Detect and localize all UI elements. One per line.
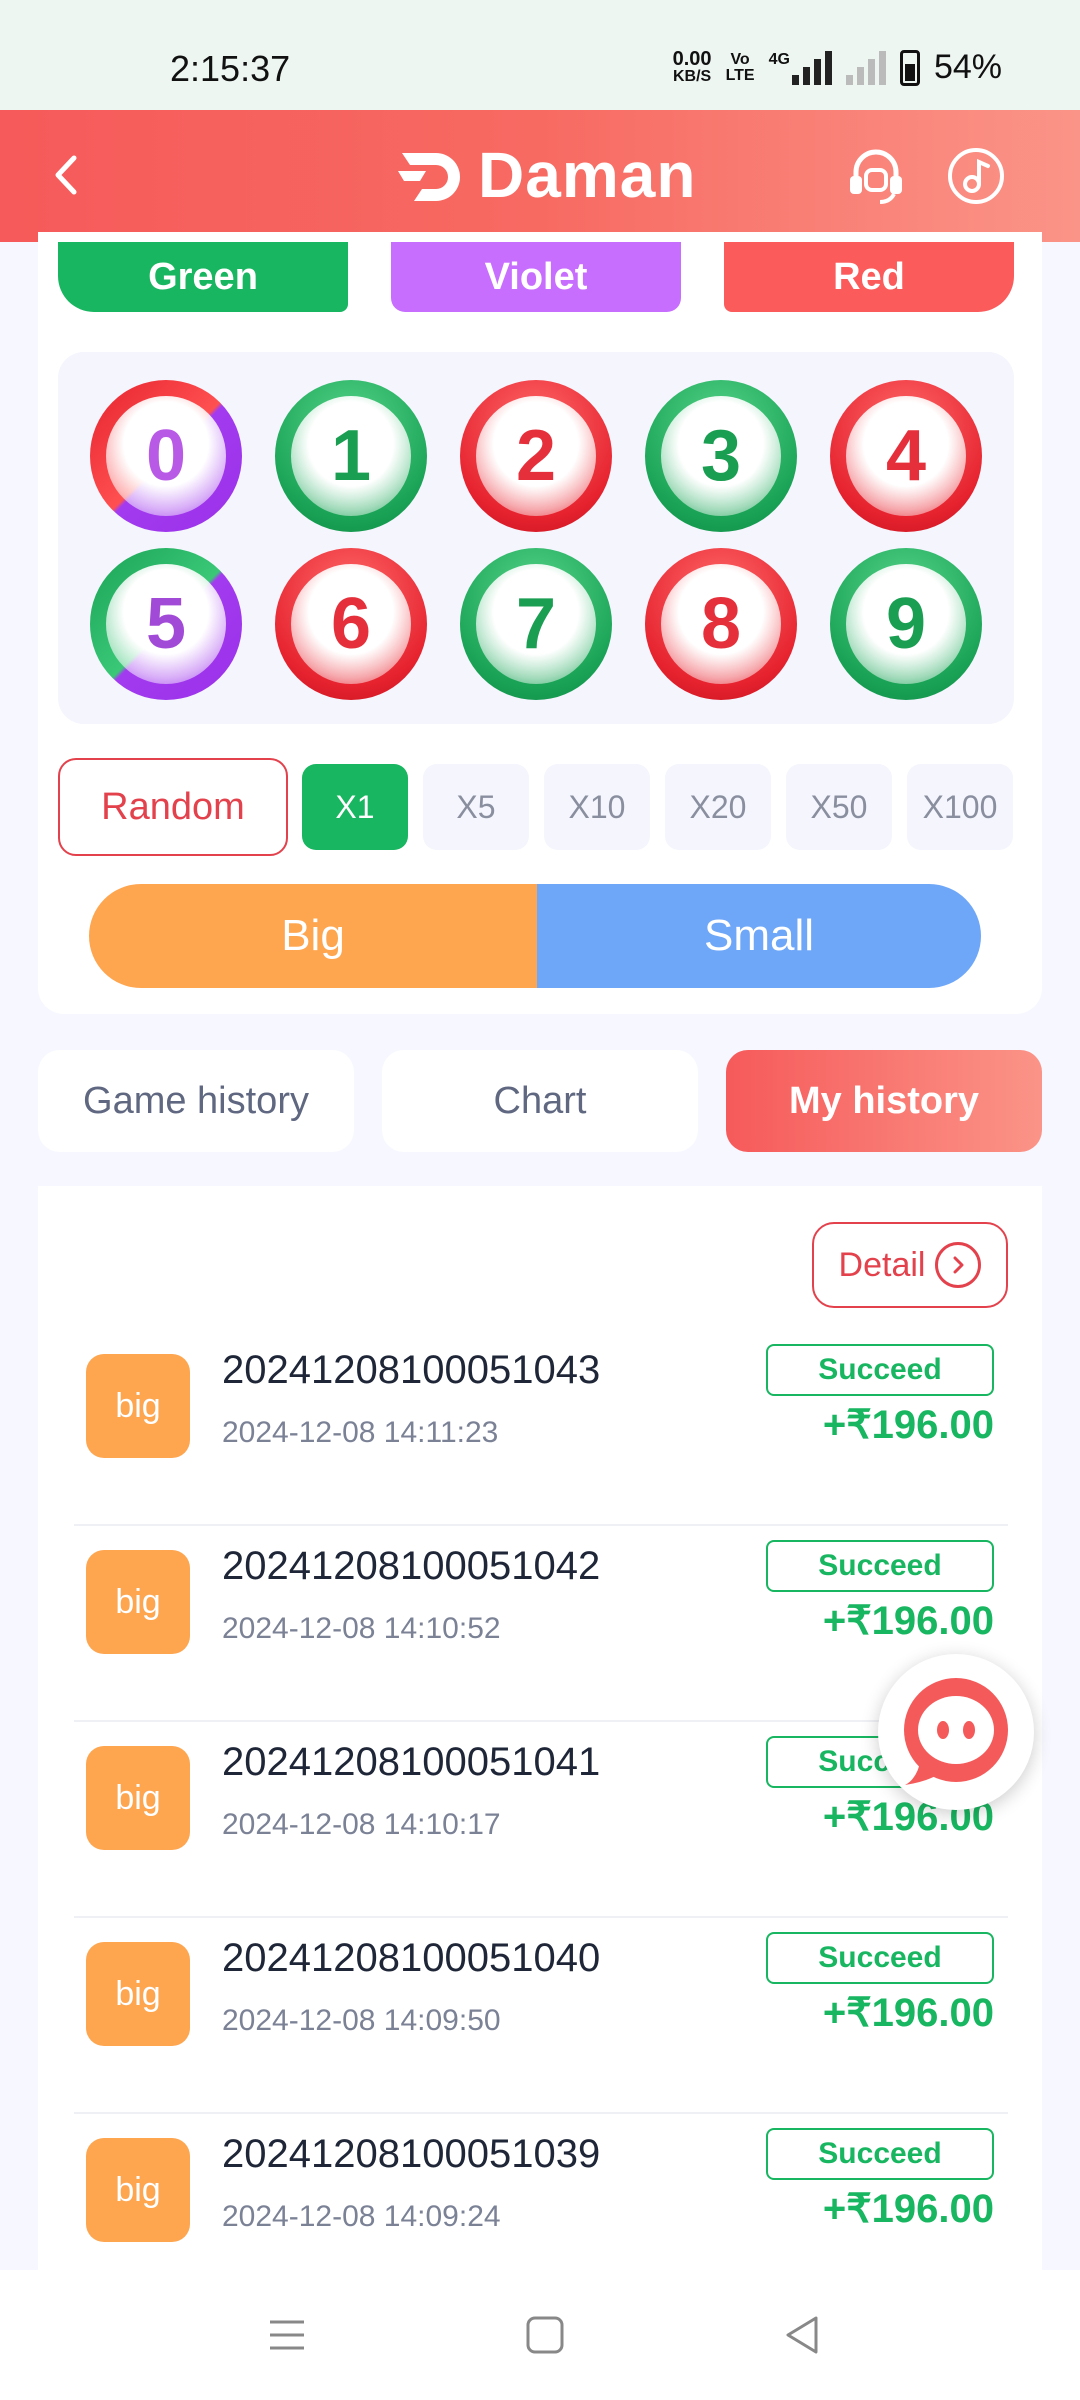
status-badge: Succeed [766, 1932, 994, 1984]
battery-level: 54% [933, 48, 1002, 86]
status-badge: Succeed [766, 2128, 994, 2180]
battery-icon [899, 49, 920, 86]
chevron-right-icon [935, 1242, 982, 1288]
number-ball-2[interactable]: 2 [460, 380, 612, 532]
detail-label: Detail [838, 1245, 926, 1284]
headset-icon[interactable] [844, 144, 908, 208]
period-number: 20241208100051040 [222, 1936, 601, 1980]
chat-float-button[interactable] [878, 1654, 1034, 1810]
history-row[interactable]: big 20241208100051040 2024-12-08 14:09:5… [74, 1918, 1008, 2114]
bet-time: 2024-12-08 14:09:24 [222, 2200, 501, 2233]
chat-bubble-icon [904, 1678, 1008, 1785]
number-ball-8[interactable]: 8 [645, 548, 797, 700]
ball-label: 1 [330, 416, 372, 496]
tab-my-history[interactable]: My history [726, 1050, 1042, 1152]
number-ball-0[interactable]: 0 [90, 380, 242, 532]
ball-label: 6 [330, 584, 372, 664]
ball-label: 8 [700, 584, 742, 664]
triangle-back-icon[interactable] [778, 2310, 828, 2360]
ball-label: 2 [515, 416, 557, 496]
volte-indicator: Vo LTE [725, 50, 755, 84]
big-button[interactable]: Big [89, 884, 537, 988]
number-ball-grid: 0 1 2 3 4 5 6 7 8 9 [58, 352, 1014, 724]
bet-time: 2024-12-08 14:10:17 [222, 1808, 501, 1841]
ball-label: 4 [885, 416, 927, 496]
chevron-left-icon[interactable] [42, 150, 92, 200]
win-amount: +₹196.00 [822, 1599, 994, 1643]
network-type: 4G [768, 50, 790, 68]
win-amount: +₹196.00 [822, 2187, 994, 2231]
bet-time: 2024-12-08 14:09:50 [222, 2004, 501, 2037]
bet-time: 2024-12-08 14:11:23 [222, 1416, 499, 1449]
ball-label: 5 [145, 584, 187, 664]
violet-button[interactable]: Violet [391, 242, 681, 312]
number-ball-7[interactable]: 7 [460, 548, 612, 700]
bet-badge: big [86, 1746, 190, 1850]
history-row[interactable]: big 20241208100051041 2024-12-08 14:10:1… [74, 1722, 1008, 1918]
multiplier-x5[interactable]: X5 [423, 764, 529, 850]
multiplier-x20[interactable]: X20 [665, 764, 771, 850]
bet-badge: big [86, 1550, 190, 1654]
menu-icon[interactable] [262, 2310, 312, 2360]
bet-badge: big [86, 1942, 190, 2046]
history-row[interactable]: big 20241208100051042 2024-12-08 14:10:5… [74, 1526, 1008, 1722]
multiplier-x100[interactable]: X100 [907, 764, 1013, 850]
period-number: 20241208100051039 [222, 2132, 601, 2176]
tab-chart[interactable]: Chart [382, 1050, 698, 1152]
period-number: 20241208100051041 [222, 1740, 601, 1784]
multiplier-x10[interactable]: X10 [544, 764, 650, 850]
app-logo: Daman [396, 138, 696, 212]
multiplier-x50[interactable]: X50 [786, 764, 892, 850]
win-amount: +₹196.00 [822, 1991, 994, 2035]
history-row[interactable]: big 20241208100051043 2024-12-08 14:11:2… [74, 1330, 1008, 1526]
signal-sim2-icon [845, 50, 886, 85]
music-note-icon[interactable] [944, 144, 1008, 208]
status-time: 2:15:37 [170, 48, 291, 89]
bet-time: 2024-12-08 14:10:52 [222, 1612, 501, 1645]
period-number: 20241208100051042 [222, 1544, 601, 1588]
number-ball-3[interactable]: 3 [645, 380, 797, 532]
win-amount: +₹196.00 [822, 1403, 994, 1447]
bet-badge: big [86, 1354, 190, 1458]
system-nav-bar [0, 2270, 1080, 2400]
status-icons: 0.00 KB/S Vo LTE 4G 54% [673, 48, 1002, 87]
status-badge: Succeed [766, 1540, 994, 1592]
signal-4g-icon: 4G [768, 50, 832, 85]
net-speed: 0.00 KB/S [672, 47, 712, 86]
number-ball-4[interactable]: 4 [830, 380, 982, 532]
big-small-toggle: Big Small [89, 884, 981, 988]
tab-game-history[interactable]: Game history [38, 1050, 354, 1152]
square-home-icon[interactable] [520, 2310, 570, 2360]
status-badge: Succeed [766, 1344, 994, 1396]
number-ball-6[interactable]: 6 [275, 548, 427, 700]
ball-label: 9 [885, 584, 927, 664]
number-ball-1[interactable]: 1 [275, 380, 427, 532]
multiplier-x1[interactable]: X1 [302, 764, 408, 850]
random-button[interactable]: Random [58, 758, 288, 856]
ball-label: 7 [515, 584, 557, 664]
net-speed-value: 0.00 [672, 47, 712, 70]
volte-bottom: LTE [725, 66, 755, 84]
green-button[interactable]: Green [58, 242, 348, 312]
ball-label: 0 [145, 416, 187, 496]
net-speed-unit: KB/S [672, 67, 712, 85]
small-button[interactable]: Small [537, 884, 981, 988]
number-ball-5[interactable]: 5 [90, 548, 242, 700]
red-button[interactable]: Red [724, 242, 1014, 312]
logo-text: Daman [478, 139, 697, 211]
detail-button[interactable]: Detail [812, 1222, 1008, 1308]
bet-badge: big [86, 2138, 190, 2242]
number-ball-9[interactable]: 9 [830, 548, 982, 700]
volte-top: Vo [730, 50, 750, 68]
daman-logo-icon [398, 153, 460, 201]
ball-label: 3 [700, 416, 742, 496]
period-number: 20241208100051043 [222, 1348, 601, 1392]
app-header: Daman [0, 110, 1080, 242]
status-bar: 2:15:37 0.00 KB/S Vo LTE 4G 54% [0, 0, 1080, 110]
